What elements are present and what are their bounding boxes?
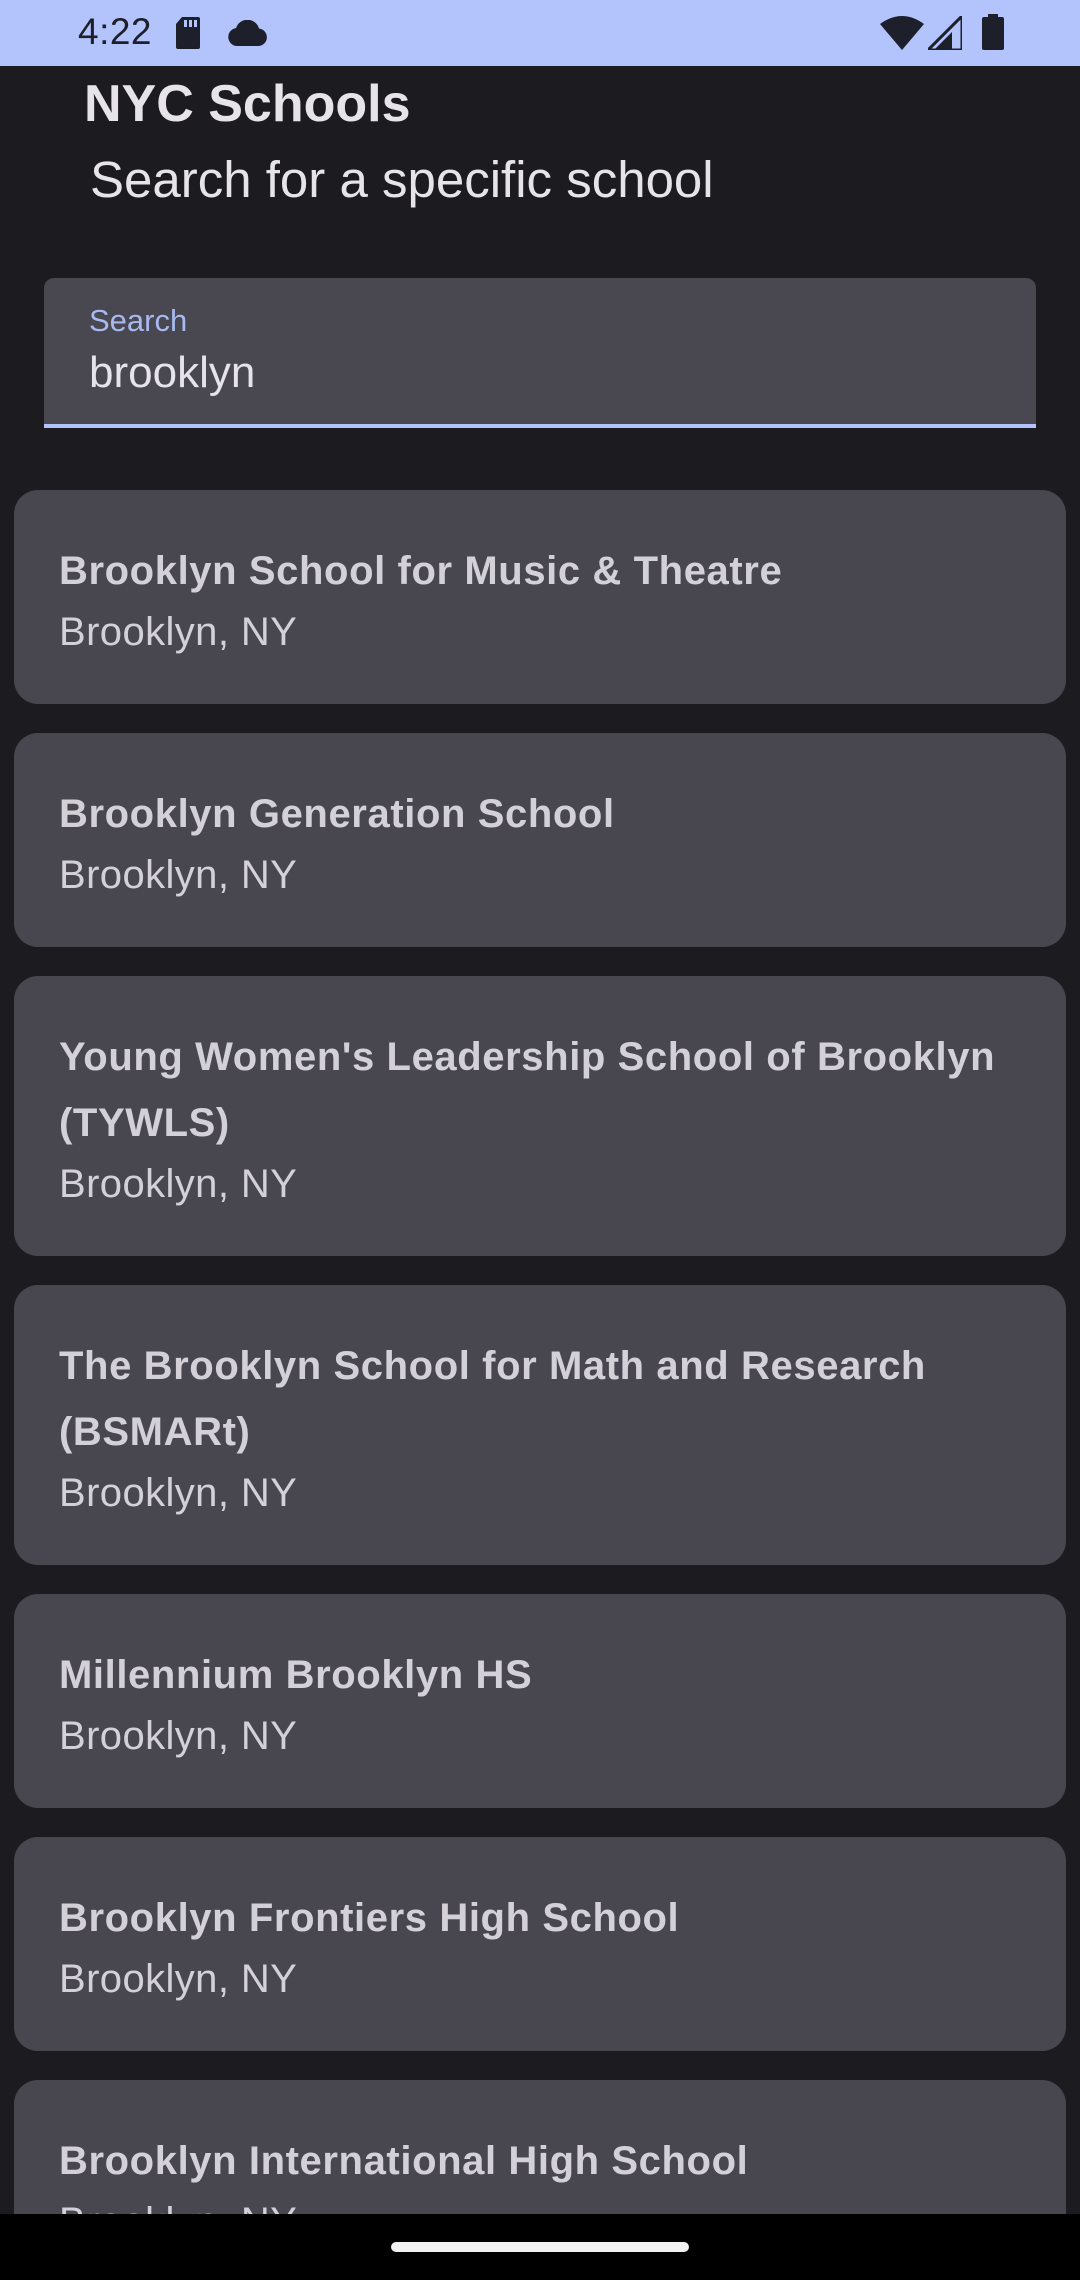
search-input[interactable]: Search brooklyn [44,278,1036,428]
school-name: The Brooklyn School for Math and Researc… [59,1344,926,1454]
battery-icon [982,14,1004,50]
school-name: Brooklyn Generation School [59,792,615,836]
school-card[interactable]: Millennium Brooklyn HS Brooklyn, NY [14,1594,1066,1808]
school-name: Young Women's Leadership School of Brook… [59,1035,996,1145]
navigation-bar [0,2214,1080,2280]
school-name: Brooklyn Frontiers High School [59,1896,680,1940]
school-card[interactable]: Brooklyn Frontiers High School Brooklyn, … [14,1837,1066,2051]
wifi-icon [880,16,924,50]
app-title: NYC Schools [84,75,411,133]
school-location: Brooklyn, NY [59,1714,298,1758]
school-location: Brooklyn, NY [59,1162,298,1206]
search-label: Search [89,303,188,338]
school-name: Brooklyn School for Music & Theatre [59,549,783,593]
school-card[interactable]: The Brooklyn School for Math and Researc… [14,1285,1066,1565]
school-location: Brooklyn, NY [59,1471,298,1515]
school-name: Brooklyn International High School [59,2139,749,2183]
school-location: Brooklyn, NY [59,853,298,897]
status-time: 4:22 [78,11,153,52]
school-location: Brooklyn, NY [59,1957,298,2001]
cellular-signal-icon [928,16,962,50]
page-subtitle: Search for a specific school [90,151,714,208]
school-location: Brooklyn, NY [59,610,298,654]
status-bar: 4:22 [0,0,1080,66]
cloud-icon [228,20,267,46]
school-card[interactable]: Brooklyn School for Music & Theatre Brook… [14,490,1066,704]
school-name: Millennium Brooklyn HS [59,1653,533,1697]
school-card[interactable]: Brooklyn Generation School Brooklyn, NY [14,733,1066,947]
app-screen: 4:22 NYC Schools Search for a specific s… [0,0,1080,2280]
sd-card-icon [176,17,200,49]
school-results-list: Brooklyn School for Music & Theatre Brook… [14,490,1066,2280]
school-card[interactable]: Young Women's Leadership School of Brook… [14,976,1066,1256]
home-gesture-handle[interactable] [391,2242,689,2252]
search-value[interactable]: brooklyn [89,348,255,398]
